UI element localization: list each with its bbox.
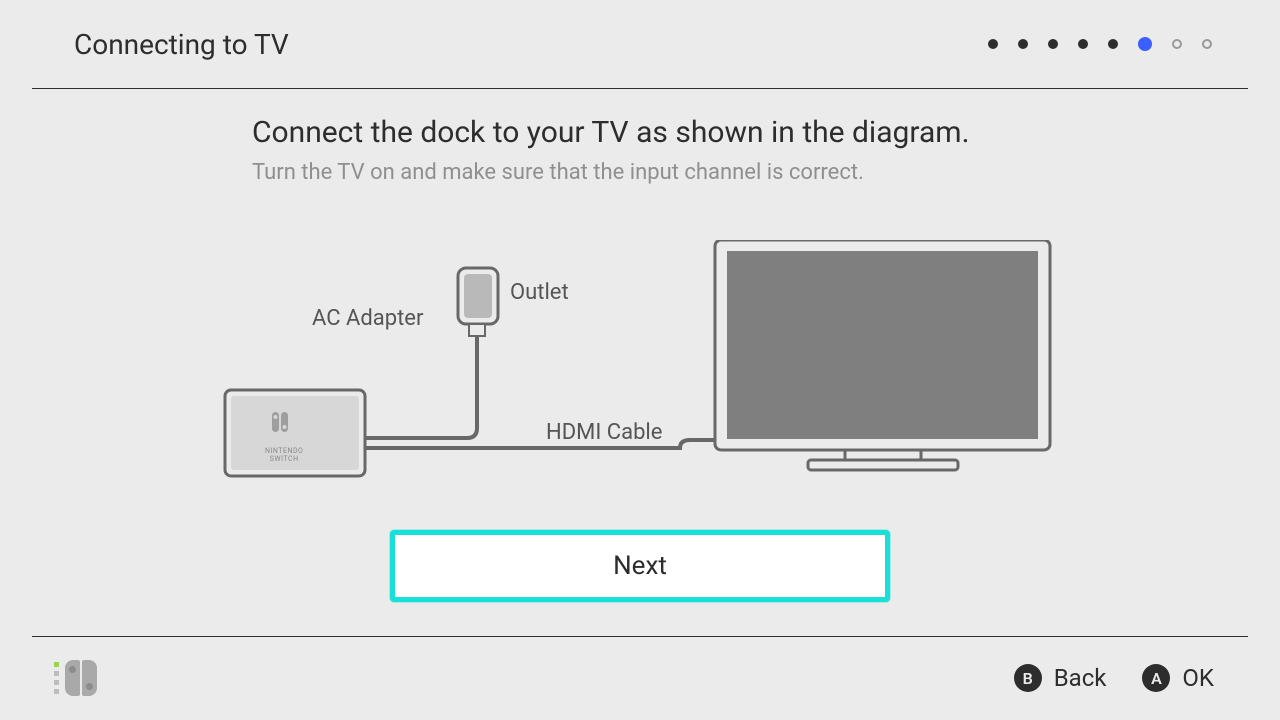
progress-dots [988, 37, 1212, 51]
next-button[interactable]: Next [390, 530, 890, 602]
ok-hint[interactable]: A OK [1142, 664, 1214, 692]
b-button-icon: B [1014, 664, 1042, 692]
hdmi-cable-label: HDMI Cable [546, 420, 662, 445]
dock-brand-line2: SWITCH [270, 455, 299, 463]
instruction-subtitle: Turn the TV on and make sure that the in… [252, 160, 1220, 185]
joycon-right-icon [82, 660, 97, 696]
tv-icon [715, 240, 1050, 470]
controller-indicator-icon [54, 660, 97, 696]
progress-dot [1018, 39, 1028, 49]
outlet-label: Outlet [510, 280, 569, 305]
content: Connect the dock to your TV as shown in … [252, 115, 1220, 185]
back-hint[interactable]: B Back [1014, 664, 1107, 692]
ac-adapter-icon [458, 268, 498, 336]
dock-brand-label: NINTENDO SWITCH [265, 448, 303, 463]
joycons-icon [65, 660, 97, 696]
progress-dot [1048, 39, 1058, 49]
back-label: Back [1054, 664, 1107, 692]
connection-diagram: Outlet AC Adapter HDMI Cable NINTENDO SW… [210, 240, 1070, 510]
activity-dots-icon [54, 662, 59, 694]
progress-dot-future [1172, 39, 1182, 49]
footer: B Back A OK [0, 636, 1280, 720]
progress-dot [988, 39, 998, 49]
divider [32, 88, 1248, 89]
ok-label: OK [1182, 664, 1214, 692]
progress-dot-future [1202, 39, 1212, 49]
ac-adapter-label: AC Adapter [312, 306, 423, 331]
diagram-svg [210, 240, 1070, 510]
joycon-left-icon [65, 660, 80, 696]
a-button-icon: A [1142, 664, 1170, 692]
progress-dot [1108, 39, 1118, 49]
button-hints: B Back A OK [1014, 664, 1214, 692]
page-title: Connecting to TV [74, 28, 289, 61]
progress-dot-active [1138, 37, 1152, 51]
progress-dot [1078, 39, 1088, 49]
header: Connecting to TV [0, 0, 1280, 88]
instruction-title: Connect the dock to your TV as shown in … [252, 115, 1220, 150]
next-button-label: Next [613, 551, 667, 581]
